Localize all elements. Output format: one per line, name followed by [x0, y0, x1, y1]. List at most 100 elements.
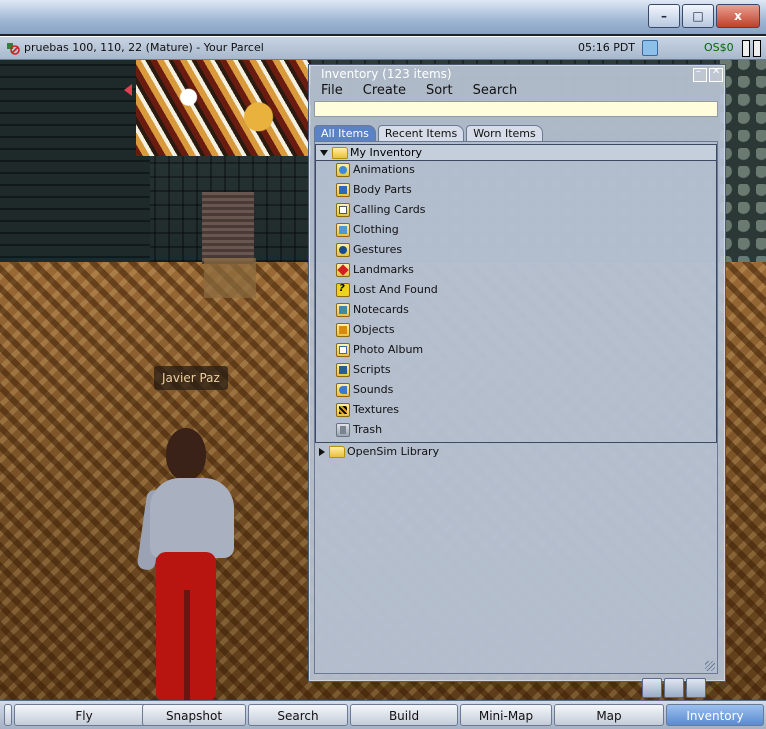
painting-marker-icon — [124, 84, 132, 96]
folder-label: Notecards — [353, 303, 409, 316]
lost-and-found-icon: ? — [336, 283, 350, 297]
folder-label: Photo Album — [353, 343, 424, 356]
folder-clothing[interactable]: Clothing — [336, 221, 399, 239]
folder-label: Landmarks — [353, 263, 414, 276]
folder-photo-album[interactable]: Photo Album — [336, 341, 423, 359]
folder-label: Gestures — [353, 243, 403, 256]
stop-icon[interactable] — [686, 678, 706, 698]
avatar-legs-shadow — [184, 590, 190, 702]
folder-landmarks[interactable]: Landmarks — [336, 261, 414, 279]
landmark-icon — [336, 263, 350, 277]
parcel-location[interactable]: pruebas 100, 110, 22 (Mature) - Your Par… — [24, 41, 264, 54]
menu-sort[interactable]: Sort — [426, 83, 453, 98]
currency-balance: OS$0 — [704, 41, 734, 54]
inventory-window[interactable]: Inventory (123 items) – ✕ File Create So… — [308, 64, 726, 682]
close-icon: x — [734, 9, 742, 23]
inventory-search-input[interactable] — [314, 101, 718, 117]
folder-icon — [329, 446, 345, 458]
fly-button[interactable]: Fly — [14, 704, 154, 726]
folder-label: Trash — [353, 423, 383, 436]
tab-all-items[interactable]: All Items — [314, 125, 376, 142]
close-button[interactable]: x — [716, 4, 760, 28]
clock: 05:16 PDT — [578, 41, 636, 54]
inventory-close-button[interactable]: ✕ — [709, 66, 723, 82]
maximize-button[interactable]: □ — [682, 4, 714, 28]
folder-textures[interactable]: Textures — [336, 401, 399, 419]
folder-icon — [332, 147, 348, 159]
minimize-button[interactable]: – — [648, 4, 680, 28]
toolbar-left-edge — [4, 704, 12, 726]
folder-calling-cards[interactable]: Calling Cards — [336, 201, 426, 219]
minimize-icon: – — [696, 66, 701, 77]
folder-notecards[interactable]: Notecards — [336, 301, 409, 319]
folder-objects[interactable]: Objects — [336, 321, 395, 339]
folder-label: Animations — [353, 163, 415, 176]
folder-animations[interactable]: Animations — [336, 161, 415, 179]
folder-label: Sounds — [353, 383, 394, 396]
folder-label: OpenSim Library — [347, 445, 440, 458]
bottom-toolbar: Fly Snapshot Search Build Mini-Map Map I… — [0, 700, 766, 729]
folder-label: Lost And Found — [353, 283, 438, 296]
folder-opensim-library[interactable]: OpenSim Library — [315, 443, 717, 460]
clothing-icon — [336, 223, 350, 237]
inventory-button[interactable]: Inventory — [666, 704, 764, 726]
map-button[interactable]: Map — [554, 704, 664, 726]
music-icon[interactable] — [642, 678, 662, 698]
menu-file[interactable]: File — [321, 83, 343, 98]
trash-icon — [336, 423, 350, 437]
avatar-torso[interactable] — [150, 478, 234, 558]
folder-label: Scripts — [353, 363, 391, 376]
collapse-arrow-icon[interactable] — [319, 448, 325, 456]
maximize-icon: □ — [692, 9, 704, 23]
tab-recent-items[interactable]: Recent Items — [377, 125, 465, 142]
folder-sounds[interactable]: Sounds — [336, 381, 393, 399]
media-controls — [642, 678, 708, 698]
gesture-icon — [336, 243, 350, 257]
search-button[interactable]: Search — [248, 704, 348, 726]
snapshot-button[interactable]: Snapshot — [142, 704, 246, 726]
notecard-icon — [336, 303, 350, 317]
calling-card-icon — [336, 203, 350, 217]
inventory-tabs: All Items Recent Items Worn Items — [314, 125, 543, 142]
close-icon: ✕ — [712, 66, 721, 77]
photo-album-icon — [336, 343, 350, 357]
folder-trash[interactable]: Trash — [336, 421, 382, 439]
status-bar: pruebas 100, 110, 22 (Mature) - Your Par… — [0, 36, 766, 60]
folder-label: Clothing — [353, 223, 399, 236]
minimize-icon: – — [661, 9, 667, 23]
object-icon — [336, 323, 350, 337]
folder-label: Objects — [353, 323, 395, 336]
folder-label: Calling Cards — [353, 203, 426, 216]
build-button[interactable]: Build — [350, 704, 458, 726]
inventory-menu-bar: File Create Sort Search — [321, 83, 517, 98]
doorway — [202, 192, 254, 264]
play-icon[interactable] — [664, 678, 684, 698]
inventory-title: Inventory (123 items) — [321, 67, 452, 81]
tab-worn-items[interactable]: Worn Items — [466, 125, 543, 142]
inventory-minimize-button[interactable]: – — [693, 66, 707, 82]
script-icon — [336, 363, 350, 377]
body-parts-icon — [336, 183, 350, 197]
folder-gestures[interactable]: Gestures — [336, 241, 402, 259]
sound-icon — [336, 383, 350, 397]
folder-scripts[interactable]: Scripts — [336, 361, 391, 379]
floor-rug — [204, 258, 256, 298]
resize-grip-icon[interactable] — [705, 661, 715, 671]
expand-arrow-icon[interactable] — [320, 150, 328, 156]
folder-label: My Inventory — [350, 146, 423, 159]
menu-search[interactable]: Search — [473, 83, 518, 98]
folder-body-parts[interactable]: Body Parts — [336, 181, 412, 199]
animation-icon — [336, 163, 350, 177]
no-fly-icon[interactable] — [6, 41, 20, 55]
folder-lost-and-found[interactable]: ? Lost And Found — [336, 281, 438, 299]
inventory-tree[interactable]: My Inventory Animations Body Parts Calli… — [314, 141, 718, 674]
folder-my-inventory[interactable]: My Inventory — [315, 144, 717, 161]
menu-create[interactable]: Create — [363, 83, 406, 98]
wall-painting[interactable] — [136, 58, 311, 156]
window-title-bar[interactable]: – □ x — [0, 0, 766, 34]
mini-map-button[interactable]: Mini-Map — [460, 704, 552, 726]
pause-icon[interactable] — [742, 40, 762, 57]
buy-currency-icon[interactable] — [642, 40, 658, 56]
avatar-name-tag: Javier Paz — [154, 366, 228, 390]
folder-label: Textures — [353, 403, 399, 416]
